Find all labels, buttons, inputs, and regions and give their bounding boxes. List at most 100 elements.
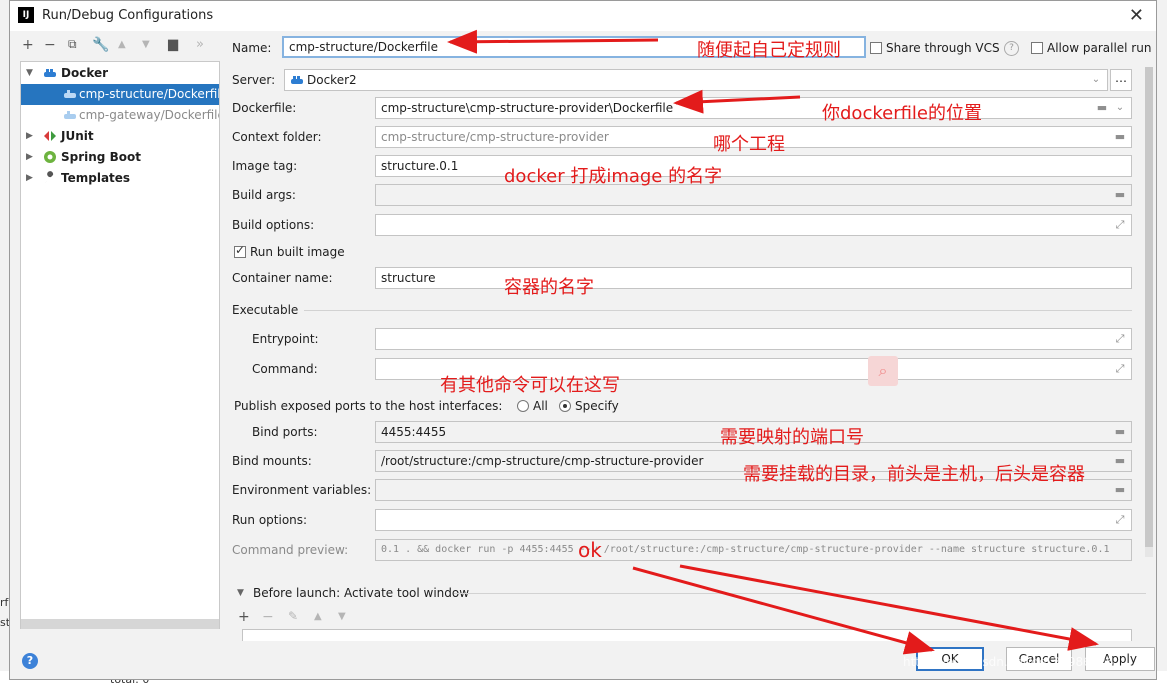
scroll-thumb[interactable] xyxy=(1145,67,1153,547)
ide-right-strip xyxy=(1157,0,1167,687)
watermark: https://blog.csdn.net/qq_38986626 xyxy=(903,655,1114,669)
intellij-logo: IJ xyxy=(18,7,34,23)
before-launch-list[interactable] xyxy=(242,629,1132,641)
bind-mounts-label: Bind mounts: xyxy=(232,454,312,468)
docker-icon xyxy=(44,69,56,77)
chevron-right-icon[interactable]: ▶ xyxy=(26,168,33,189)
expand-icon[interactable]: ⤢ xyxy=(1113,332,1127,346)
annotation-image: docker 打成image 的名字 xyxy=(504,166,723,187)
tree-item-spring-boot[interactable]: ▶ Spring Boot xyxy=(21,147,219,168)
entrypoint-input[interactable]: ⤢ xyxy=(375,328,1132,350)
expand-icon[interactable]: ⤢ xyxy=(1113,513,1127,527)
annotation-command: 有其他命令可以在这写 xyxy=(440,375,620,396)
before-launch-label: Before launch: Activate tool window xyxy=(253,586,470,600)
command-preview-text: 0.1 . && docker run -p 4455:4455 --v /ro… xyxy=(375,539,1132,561)
entrypoint-label: Entrypoint: xyxy=(252,332,319,346)
publish-all-radio[interactable] xyxy=(517,400,529,412)
executable-section-label: Executable xyxy=(232,303,299,317)
dockerfile-label: Dockerfile: xyxy=(232,101,297,115)
copy-icon[interactable]: ⧉ xyxy=(68,37,77,52)
build-args-label: Build args: xyxy=(232,188,296,202)
move-up-icon[interactable]: ▲ xyxy=(314,611,322,622)
tree-item-templates[interactable]: ▶ Templates xyxy=(21,168,219,189)
chevron-right-icon[interactable]: ▶ xyxy=(26,147,33,168)
context-folder-label: Context folder: xyxy=(232,130,322,144)
configuration-form: Name: cmp-structure/Dockerfile Share thr… xyxy=(232,1,1158,681)
help-icon[interactable]: ? xyxy=(22,653,38,669)
spring-boot-icon xyxy=(44,151,56,163)
tree-item-label: JUnit xyxy=(61,129,94,143)
run-options-input[interactable]: ⤢ xyxy=(375,509,1132,531)
expand-icon[interactable]: ⤢ xyxy=(1113,362,1127,376)
docker-file-icon xyxy=(64,111,76,119)
window-title: Run/Debug Configurations xyxy=(42,8,214,23)
form-vertical-scrollbar[interactable] xyxy=(1145,67,1153,557)
help-icon[interactable]: ? xyxy=(1004,41,1019,56)
chevron-down-icon[interactable]: ▼ xyxy=(237,588,244,598)
folder-icon[interactable]: ▬ xyxy=(1113,483,1127,497)
move-up-icon[interactable]: ▲ xyxy=(118,39,126,50)
tree-item-label: Docker xyxy=(61,66,109,80)
tree-item-label: cmp-gateway/Dockerfile xyxy=(79,108,219,122)
folder-add-icon[interactable]: ▆ xyxy=(168,37,178,52)
image-tag-input[interactable]: structure.0.1 xyxy=(375,155,1132,177)
wrench-icon[interactable]: 🔧 xyxy=(92,37,109,53)
docker-file-icon xyxy=(64,90,76,98)
run-built-image-checkbox[interactable] xyxy=(234,243,246,258)
container-name-input[interactable]: structure xyxy=(375,267,1132,289)
server-browse-button[interactable]: … xyxy=(1110,69,1132,91)
server-select[interactable]: Docker2 ⌄ xyxy=(284,69,1108,91)
tree-item-cmp-structure[interactable]: cmp-structure/Dockerfile xyxy=(21,84,219,105)
tree-horizontal-scrollbar[interactable] xyxy=(21,619,219,629)
bind-mounts-value: /root/structure:/cmp-structure/cmp-struc… xyxy=(381,454,704,468)
context-folder-value: cmp-structure/cmp-structure-provider xyxy=(381,130,609,144)
docker-icon xyxy=(291,76,303,84)
tree-item-cmp-gateway[interactable]: cmp-gateway/Dockerfile xyxy=(21,105,219,126)
annotation-dockerfile: 你dockerfile的位置 xyxy=(822,103,983,124)
run-built-image-label: Run built image xyxy=(250,245,345,259)
tree-item-docker[interactable]: ▼ Docker xyxy=(21,63,219,84)
folder-icon[interactable]: ▬ xyxy=(1113,130,1127,144)
chevron-down-icon[interactable]: ▼ xyxy=(26,63,33,84)
command-label: Command: xyxy=(252,362,318,376)
build-options-label: Build options: xyxy=(232,218,315,232)
move-down-icon[interactable]: ▼ xyxy=(338,611,346,622)
dockerfile-input[interactable]: cmp-structure\cmp-structure-provider\Doc… xyxy=(375,97,1132,119)
tree-item-label: Spring Boot xyxy=(61,150,141,164)
folder-icon[interactable]: ▬ xyxy=(1113,188,1127,202)
server-label: Server: xyxy=(232,73,276,87)
publish-specify-radio[interactable] xyxy=(559,400,571,412)
annotation-container: 容器的名字 xyxy=(504,277,594,298)
add-icon[interactable]: + xyxy=(238,609,250,625)
publish-specify-label: Specify xyxy=(575,399,619,413)
build-options-input[interactable]: ⤢ xyxy=(375,214,1132,236)
section-divider xyxy=(454,593,1146,594)
allow-parallel-label: Allow parallel run xyxy=(1047,41,1152,55)
annotation-name: 随便起自己定规则 xyxy=(697,40,841,61)
dockerfile-value: cmp-structure\cmp-structure-provider\Doc… xyxy=(381,101,674,115)
build-args-input[interactable]: ▬ xyxy=(375,184,1132,206)
tree-item-junit[interactable]: ▶ JUnit xyxy=(21,126,219,147)
allow-parallel-checkbox[interactable] xyxy=(1031,42,1043,54)
remove-icon[interactable]: − xyxy=(262,609,274,625)
folder-icon[interactable]: ▬ xyxy=(1113,425,1127,439)
share-vcs-label: Share through VCS xyxy=(886,41,1000,55)
edit-icon[interactable]: ✎ xyxy=(288,609,298,623)
chevron-right-icon[interactable]: ▶ xyxy=(26,126,33,147)
publish-ports-label: Publish exposed ports to the host interf… xyxy=(234,399,503,413)
expand-icon[interactable]: ⤢ xyxy=(1113,218,1127,232)
publish-all-label: All xyxy=(533,399,548,413)
folder-icon[interactable]: ▬ xyxy=(1095,101,1109,115)
annotation-mounts: 需要挂载的目录，前头是主机，后头是容器 xyxy=(743,464,1085,485)
more-icon[interactable]: » xyxy=(196,37,204,52)
remove-icon[interactable]: − xyxy=(44,37,56,53)
run-debug-dialog: IJ Run/Debug Configurations ✕ + − ⧉ 🔧 ▲ … xyxy=(9,0,1157,680)
move-down-icon[interactable]: ▼ xyxy=(142,39,150,50)
tree-item-label: cmp-structure/Dockerfile xyxy=(79,87,219,101)
bind-ports-label: Bind ports: xyxy=(252,425,318,439)
wrench-icon xyxy=(45,171,54,183)
folder-icon[interactable]: ▬ xyxy=(1113,454,1127,468)
add-icon[interactable]: + xyxy=(22,37,34,53)
share-vcs-checkbox[interactable] xyxy=(870,42,882,54)
chevron-down-icon[interactable]: ⌄ xyxy=(1113,101,1127,115)
